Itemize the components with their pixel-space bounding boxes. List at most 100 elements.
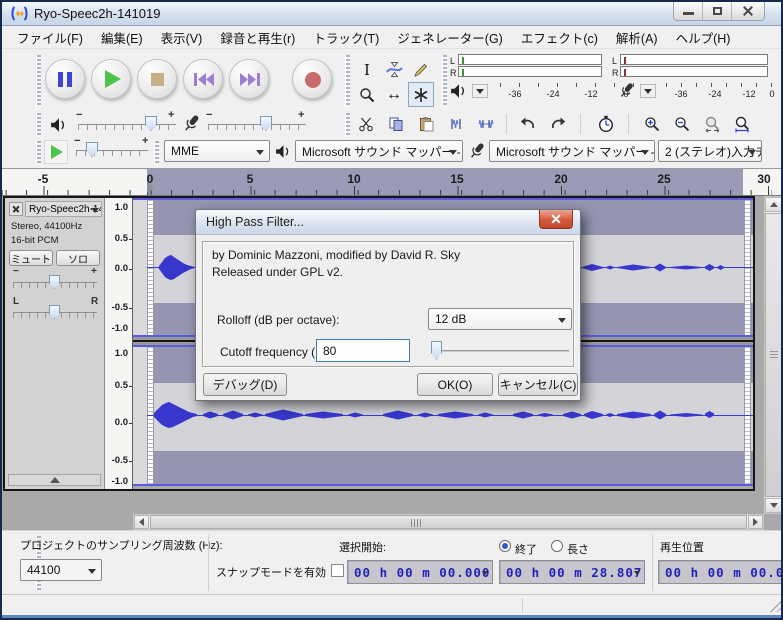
menu-file[interactable]: ファイル(F) [8,26,92,49]
vertical-ruler[interactable]: 1.0 0.5 0.0 -0.5 -1.0 1.0 0.5 0.0 -0.5 -… [105,198,133,489]
input-volume-slider[interactable] [208,124,306,130]
meter-toolbar-grip[interactable] [442,55,447,107]
ruler-label: 5 [247,172,254,186]
record-button[interactable] [292,59,332,99]
redo-button[interactable] [544,112,572,136]
close-button[interactable] [732,2,764,20]
timer-record-button[interactable] [592,112,620,136]
cut-button[interactable] [352,112,380,136]
horizontal-scrollbar[interactable] [133,514,764,530]
edit-toolbar-grip[interactable] [345,113,350,137]
ruler-label: 30 [757,172,770,186]
output-volume-slider[interactable] [78,124,176,130]
scroll-down-button[interactable] [765,498,782,513]
scroll-left-button[interactable] [134,515,149,529]
project-rate-dropdown[interactable]: 44100 [20,559,102,581]
resize-grip[interactable] [770,601,781,612]
vr-label: -0.5 [112,455,128,466]
silence-audio-button[interactable] [472,112,500,136]
horizontal-scroll-thumb[interactable] [150,515,747,529]
menu-tracks[interactable]: トラック(T) [304,26,388,49]
zoom-tool-button[interactable] [354,82,380,107]
scroll-right-button[interactable] [748,515,763,529]
track-collapse-button[interactable] [8,474,101,486]
paste-button[interactable] [412,112,440,136]
length-radio[interactable] [551,540,563,552]
pause-button[interactable] [45,59,85,99]
rec-meter-dropdown[interactable] [640,84,656,98]
play-meter-right-bar[interactable] [458,66,602,77]
play-meter-left-bar[interactable] [458,54,602,65]
rec-meter-left-bar[interactable] [620,54,768,65]
track-title-dropdown[interactable]: Ryo-Speec2h-14 [25,201,102,217]
menu-view[interactable]: 表示(V) [152,26,212,49]
transport-toolbar-grip[interactable] [36,55,41,107]
play-meter-dropdown[interactable] [472,84,488,98]
trim-audio-button[interactable] [442,112,470,136]
cutoff-slider[interactable] [435,350,569,352]
menu-analyze[interactable]: 解析(A) [607,26,667,49]
track-format-line1: Stereo, 44100Hz [11,221,82,232]
input-device-icon [468,141,487,161]
input-channels-dropdown[interactable]: 2 (ステレオ)入力チ [658,140,762,162]
ok-button[interactable]: OK(O) [417,373,493,396]
vertical-scrollbar[interactable] [764,196,783,514]
mute-button[interactable]: ミュート [9,250,53,266]
dialog-title-bar[interactable]: High Pass Filter... [196,210,580,235]
snap-to-checkbox[interactable] [331,564,344,577]
track-close-button[interactable] [9,202,23,216]
rolloff-dropdown[interactable]: 12 dB [428,308,572,330]
selection-end-field[interactable]: 00 h 00 m 28.807 s [499,560,645,584]
cutoff-input[interactable]: 80 [316,339,410,362]
play-at-speed-button[interactable] [44,140,68,164]
draw-tool-button[interactable] [408,57,434,82]
zoom-in-button[interactable] [638,112,666,136]
menu-generate[interactable]: ジェネレーター(G) [388,26,512,49]
undo-button[interactable] [514,112,542,136]
zoom-out-icon [674,116,690,132]
dialog-close-button[interactable] [539,210,573,229]
vr-label: 0.0 [115,417,128,428]
tools-toolbar-grip[interactable] [345,55,350,107]
silence-icon [478,116,494,132]
mixer-toolbar-grip[interactable] [36,113,41,137]
end-radio[interactable] [499,540,511,552]
vertical-scroll-thumb[interactable] [765,213,782,497]
title-bar[interactable]: Ryo-Speec2h-141019 [2,2,781,26]
copy-button[interactable] [382,112,410,136]
fit-selection-button[interactable] [698,112,726,136]
play-scale--24: -24 [546,89,559,99]
debug-button[interactable]: デバッグ(D) [203,373,287,396]
zoom-out-button[interactable] [668,112,696,136]
skip-to-end-button[interactable] [229,59,269,99]
play-position-field[interactable]: 00 h 00 m 00.00 [658,560,783,584]
input-device-dropdown[interactable]: Microsoft サウンド マッパー - I [489,140,655,162]
menu-transport[interactable]: 録音と再生(r) [211,26,304,49]
multi-tool-button[interactable] [408,82,434,107]
timeline-ruler[interactable]: -5 0 5 10 15 20 25 30 [2,168,783,196]
restore-button[interactable] [703,2,732,20]
transcription-toolbar-grip[interactable] [36,141,41,165]
audio-host-dropdown[interactable]: MME [164,140,270,162]
stop-button[interactable] [137,59,177,99]
rec-meter-right-bar[interactable] [620,66,768,77]
menu-help[interactable]: ヘルプ(H) [667,26,740,49]
device-toolbar-grip[interactable] [154,141,159,165]
rec-meter-mic-button[interactable] [618,81,636,100]
scroll-up-button[interactable] [765,197,782,212]
skip-to-start-button[interactable] [183,59,223,99]
cutoff-slider-thumb[interactable] [431,341,442,360]
minimize-button[interactable] [674,2,703,20]
solo-button[interactable]: ソロ [56,250,100,266]
play-meter-speaker-button[interactable] [450,82,468,100]
selection-start-field[interactable]: 00 h 00 m 00.000 s [347,560,493,584]
envelope-tool-button[interactable] [381,57,407,82]
timeshift-tool-button[interactable]: ↔ [381,82,407,107]
cancel-button[interactable]: キャンセル(C) [498,373,578,396]
menu-edit[interactable]: 編集(E) [92,26,152,49]
menu-effect[interactable]: エフェクト(c) [512,26,607,49]
output-device-dropdown[interactable]: Microsoft サウンド マッパー - ( [295,140,463,162]
selection-tool-button[interactable]: I [354,57,380,82]
play-button[interactable] [91,59,131,99]
fit-project-button[interactable] [728,112,756,136]
